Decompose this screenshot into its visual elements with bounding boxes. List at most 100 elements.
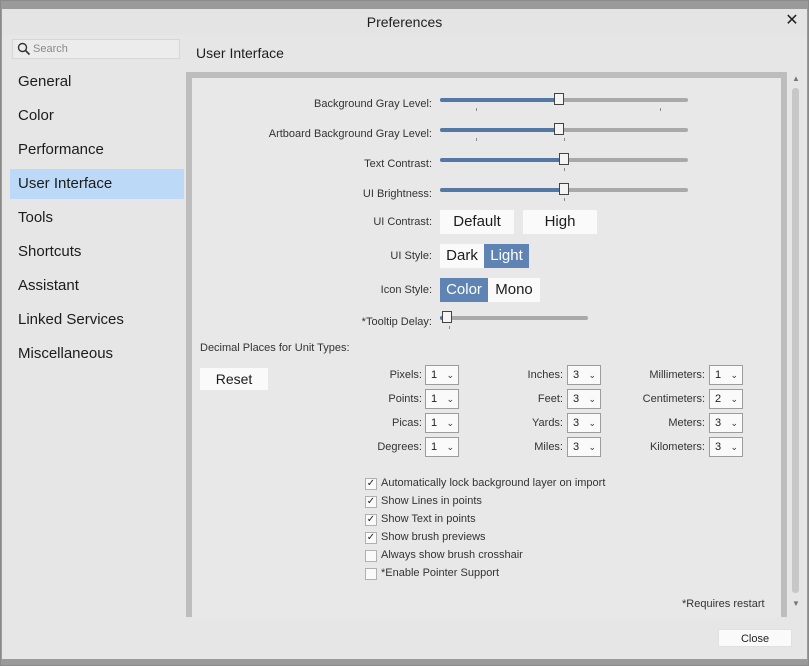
ui-brightness-label: UI Brightness: bbox=[362, 188, 432, 200]
unit-inches-label: Inches: bbox=[527, 369, 563, 381]
text-contrast-label: Text Contrast: bbox=[364, 158, 432, 170]
ui-style-light-button[interactable]: Light bbox=[484, 244, 529, 268]
unit-pixels-label: Pixels: bbox=[389, 369, 422, 381]
close-icon[interactable]: ✕ bbox=[783, 12, 801, 30]
ui-style-dark-button[interactable]: Dark bbox=[440, 244, 484, 268]
scroll-up-icon[interactable]: ▲ bbox=[790, 74, 802, 84]
unit-pixels-select[interactable]: 1 ⌄ bbox=[425, 365, 459, 385]
chevron-down-icon: ⌄ bbox=[730, 394, 738, 404]
slider-thumb[interactable] bbox=[559, 183, 569, 195]
select-value: 3 bbox=[573, 369, 580, 381]
unit-meters-select[interactable]: 3 ⌄ bbox=[709, 413, 743, 433]
unit-kilometers-label: Kilometers: bbox=[649, 441, 705, 453]
search-icon bbox=[17, 42, 31, 56]
checkbox-label: Always show brush crosshair bbox=[381, 549, 523, 561]
select-value: 1 bbox=[431, 417, 438, 429]
unit-kilometers-select[interactable]: 3 ⌄ bbox=[709, 437, 743, 457]
checkbox-label: Automatically lock background layer on i… bbox=[381, 477, 606, 489]
unit-miles-label: Miles: bbox=[534, 441, 563, 453]
unit-picas-select[interactable]: 1 ⌄ bbox=[425, 413, 459, 433]
sidebar-item-general[interactable]: General bbox=[10, 67, 184, 97]
unit-millimeters-select[interactable]: 1 ⌄ bbox=[709, 365, 743, 385]
icon-style-mono-button[interactable]: Mono bbox=[488, 278, 540, 302]
sidebar-item-miscellaneous[interactable]: Miscellaneous bbox=[10, 339, 184, 369]
select-value: 3 bbox=[573, 393, 580, 405]
slider-tick bbox=[564, 168, 565, 171]
unit-points-select[interactable]: 1 ⌄ bbox=[425, 389, 459, 409]
unit-yards-select[interactable]: 3 ⌄ bbox=[567, 413, 601, 433]
unit-points-label: Points: bbox=[388, 393, 422, 405]
checkbox-label: Show Text in points bbox=[381, 513, 476, 525]
icon-style-color-button[interactable]: Color bbox=[440, 278, 488, 302]
chevron-down-icon: ⌄ bbox=[588, 418, 596, 428]
chevron-down-icon: ⌄ bbox=[446, 370, 454, 380]
checkbox-box[interactable]: ✓ bbox=[365, 514, 377, 526]
chevron-down-icon: ⌄ bbox=[730, 418, 738, 428]
select-value: 1 bbox=[431, 393, 438, 405]
slider-thumb[interactable] bbox=[554, 93, 564, 105]
checkbox-box[interactable]: ✓ bbox=[365, 496, 377, 508]
panel-scrollbar[interactable]: ▲ ▼ bbox=[790, 72, 802, 617]
unit-degrees-select[interactable]: 1 ⌄ bbox=[425, 437, 459, 457]
slider-thumb[interactable] bbox=[554, 123, 564, 135]
scroll-down-icon[interactable]: ▼ bbox=[790, 599, 802, 609]
preferences-window: Preferences ✕ General Color Performance … bbox=[0, 0, 809, 666]
title-bar: Preferences ✕ bbox=[2, 9, 807, 35]
unit-centimeters-select[interactable]: 2 ⌄ bbox=[709, 389, 743, 409]
slider-tick bbox=[449, 326, 450, 329]
chevron-down-icon: ⌄ bbox=[588, 394, 596, 404]
sidebar-item-performance[interactable]: Performance bbox=[10, 135, 184, 165]
ui-contrast-default-button[interactable]: Default bbox=[440, 210, 514, 234]
search-box[interactable] bbox=[12, 39, 180, 59]
checkbox-box[interactable]: ✓ bbox=[365, 532, 377, 544]
select-value: 3 bbox=[715, 441, 722, 453]
reset-button[interactable]: Reset bbox=[200, 368, 268, 390]
chevron-down-icon: ⌄ bbox=[446, 442, 454, 452]
slider-fill bbox=[440, 128, 559, 132]
slider-thumb[interactable] bbox=[559, 153, 569, 165]
sidebar-item-shortcuts[interactable]: Shortcuts bbox=[10, 237, 184, 267]
slider-thumb[interactable] bbox=[442, 311, 452, 323]
slider-tick bbox=[476, 108, 477, 111]
artboard-gray-slider[interactable] bbox=[440, 123, 688, 135]
sidebar-item-color[interactable]: Color bbox=[10, 101, 184, 131]
artboard-gray-label: Artboard Background Gray Level: bbox=[268, 128, 432, 140]
close-button[interactable]: Close bbox=[718, 629, 792, 647]
chevron-down-icon: ⌄ bbox=[588, 442, 596, 452]
slider-tick bbox=[564, 138, 565, 141]
sidebar-item-assistant[interactable]: Assistant bbox=[10, 271, 184, 301]
select-value: 3 bbox=[715, 417, 722, 429]
unit-picas-label: Picas: bbox=[392, 417, 422, 429]
checkbox-box[interactable] bbox=[365, 568, 377, 580]
select-value: 3 bbox=[573, 417, 580, 429]
chevron-down-icon: ⌄ bbox=[730, 442, 738, 452]
unit-feet-select[interactable]: 3 ⌄ bbox=[567, 389, 601, 409]
sidebar-item-user-interface[interactable]: User Interface bbox=[10, 169, 184, 199]
checkbox-box[interactable]: ✓ bbox=[365, 478, 377, 490]
select-value: 1 bbox=[715, 369, 722, 381]
slider-tick bbox=[660, 108, 661, 111]
chevron-down-icon: ⌄ bbox=[446, 394, 454, 404]
slider-fill bbox=[440, 188, 564, 192]
slider-fill bbox=[440, 98, 559, 102]
unit-yards-label: Yards: bbox=[532, 417, 563, 429]
sidebar-item-tools[interactable]: Tools bbox=[10, 203, 184, 233]
unit-centimeters-label: Centimeters: bbox=[642, 393, 705, 405]
tooltip-delay-slider[interactable] bbox=[440, 311, 588, 323]
select-value: 1 bbox=[431, 441, 438, 453]
text-contrast-slider[interactable] bbox=[440, 153, 688, 165]
ui-brightness-slider[interactable] bbox=[440, 183, 688, 195]
scroll-thumb[interactable] bbox=[792, 88, 799, 593]
checkbox-box[interactable] bbox=[365, 550, 377, 562]
unit-inches-select[interactable]: 3 ⌄ bbox=[567, 365, 601, 385]
select-value: 2 bbox=[715, 393, 722, 405]
sidebar-item-linked-services[interactable]: Linked Services bbox=[10, 305, 184, 335]
chevron-down-icon: ⌄ bbox=[588, 370, 596, 380]
unit-degrees-label: Degrees: bbox=[377, 441, 422, 453]
search-input[interactable] bbox=[33, 41, 173, 57]
icon-style-label: Icon Style: bbox=[380, 284, 432, 296]
ui-contrast-high-button[interactable]: High bbox=[523, 210, 597, 234]
background-gray-slider[interactable] bbox=[440, 93, 688, 105]
checkbox-label: Show Lines in points bbox=[381, 495, 482, 507]
unit-miles-select[interactable]: 3 ⌄ bbox=[567, 437, 601, 457]
